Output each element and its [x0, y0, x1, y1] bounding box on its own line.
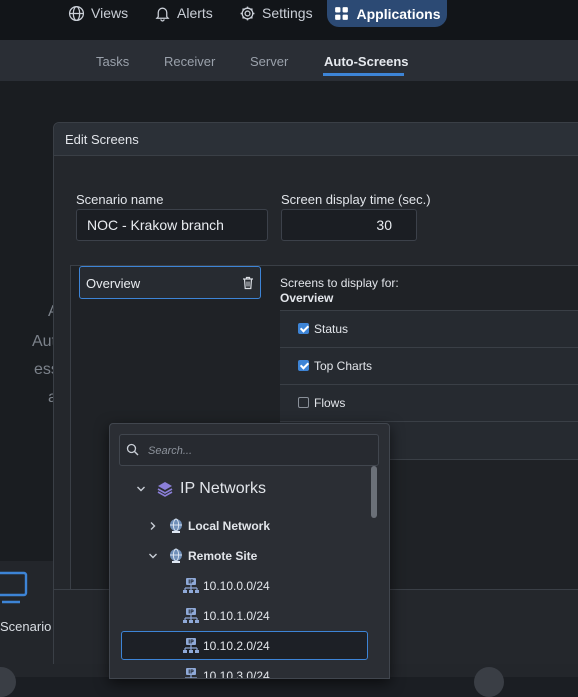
dialog-header: Edit Screens — [54, 123, 578, 156]
scenario-item-label: Overview — [86, 276, 141, 291]
nav-settings-label: Settings — [262, 5, 313, 21]
tree-node-remote-site[interactable]: Remote Site — [148, 544, 257, 568]
tree-node-label: Remote Site — [188, 549, 258, 563]
checkbox-flows[interactable] — [298, 397, 309, 408]
tree-node-label: Local Network — [188, 519, 271, 533]
nav-settings[interactable]: Settings — [239, 0, 313, 26]
checkbox-status[interactable] — [298, 323, 309, 334]
new-scenario-label[interactable]: Scenario — [0, 619, 51, 634]
dialog-title: Edit Screens — [65, 132, 139, 147]
active-tab-indicator — [323, 73, 404, 76]
checkbox-top-charts[interactable] — [298, 360, 309, 371]
bell-icon — [155, 7, 170, 21]
gear-icon — [240, 6, 255, 20]
tree-node-local-network[interactable]: Local Network — [148, 514, 270, 538]
grid-icon — [335, 7, 349, 20]
nav-views[interactable]: Views — [68, 0, 128, 26]
tab-tasks[interactable]: Tasks — [96, 54, 129, 69]
network-tree-dropdown: IP Networks Local Network Remote Site IP… — [109, 423, 390, 679]
screens-for-text: Screens to display for: — [280, 276, 399, 290]
scenario-name-input[interactable] — [76, 209, 268, 241]
ip-subnet-icon: IP — [183, 578, 199, 593]
nav-views-label: Views — [91, 5, 129, 21]
ip-subnet-icon: IP — [183, 638, 199, 653]
screen-row[interactable]: Flows — [280, 384, 578, 422]
ip-subnet-icon: IP — [183, 608, 199, 623]
tree-search-box[interactable] — [119, 434, 379, 466]
screen-label: Status — [314, 322, 349, 336]
display-time-label: Screen display time (sec.) — [281, 192, 431, 207]
subnet-label: 10.10.0.0/24 — [203, 579, 270, 593]
svg-text:IP: IP — [188, 610, 194, 616]
chevron-right-icon[interactable] — [148, 521, 158, 531]
top-navigation: Views Alerts Settings Applications — [0, 0, 578, 40]
svg-text:IP: IP — [188, 640, 194, 646]
trash-icon[interactable] — [242, 276, 254, 290]
scenario-name-label: Scenario name — [76, 192, 164, 207]
screen-row[interactable]: Top Charts — [280, 347, 578, 385]
scenario-item[interactable]: Overview — [79, 266, 261, 299]
tree-subnet-item-selected[interactable]: IP 10.10.2.0/24 — [182, 634, 270, 658]
network-globe-icon — [170, 518, 182, 533]
screen-label: Flows — [314, 396, 346, 410]
tree-node-ip-networks[interactable]: IP Networks — [136, 477, 266, 501]
tree-subnet-item[interactable]: IP 10.10.1.0/24 — [182, 604, 270, 628]
tab-auto-screens[interactable]: Auto-Screens — [324, 54, 409, 69]
tree-node-label: IP Networks — [180, 480, 266, 497]
subnet-label: 10.10.1.0/24 — [203, 609, 270, 623]
screens-for-label: Screens to display for: Overview — [280, 276, 399, 306]
tree-scrollbar[interactable] — [371, 466, 377, 518]
monitor-icon — [0, 571, 28, 604]
tab-server[interactable]: Server — [250, 54, 288, 69]
svg-text:IP: IP — [188, 670, 194, 676]
subnet-label: 10.10.2.0/24 — [203, 639, 270, 653]
tree-search-input[interactable] — [146, 440, 370, 462]
screens-for-scenario: Overview — [280, 291, 334, 305]
tree-subnet-item[interactable]: IP 10.10.0.0/24 — [182, 574, 270, 598]
display-time-input[interactable] — [281, 209, 417, 241]
globe-icon — [68, 5, 85, 21]
tab-receiver[interactable]: Receiver — [164, 54, 215, 69]
sub-navigation: Tasks Receiver Server Auto-Screens — [0, 40, 578, 81]
chevron-down-icon[interactable] — [148, 551, 158, 561]
search-icon — [126, 443, 139, 456]
chevron-down-icon[interactable] — [136, 484, 146, 494]
nav-alerts[interactable]: Alerts — [154, 0, 213, 26]
layers-icon — [157, 482, 173, 497]
network-globe-icon — [170, 548, 182, 563]
screen-row[interactable]: Status — [280, 310, 578, 348]
nav-applications[interactable]: Applications — [327, 0, 447, 27]
nav-alerts-label: Alerts — [177, 5, 213, 21]
svg-text:IP: IP — [188, 580, 194, 586]
background-circle-button — [474, 667, 504, 697]
subnet-label: 10.10.3.0/24 — [203, 669, 270, 679]
ip-subnet-icon: IP — [184, 668, 198, 678]
screen-label: Top Charts — [314, 359, 373, 373]
nav-applications-label: Applications — [356, 5, 441, 22]
